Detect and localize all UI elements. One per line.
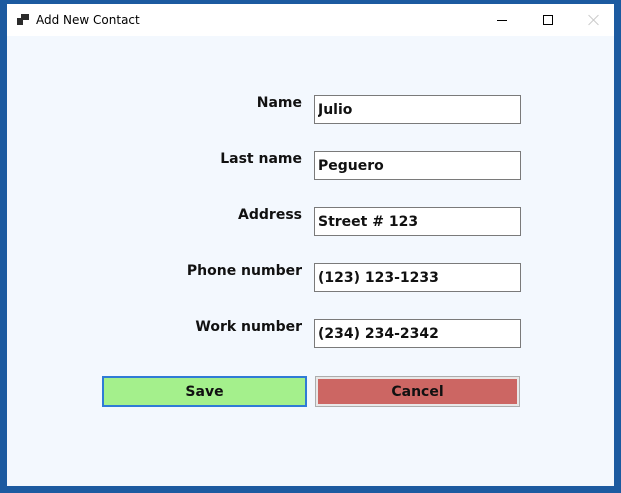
app-window-icon	[17, 14, 29, 25]
maximize-button[interactable]	[525, 4, 571, 36]
last-name-label: Last name	[220, 151, 302, 167]
name-field[interactable]	[314, 95, 521, 124]
save-button-label: Save	[185, 383, 224, 400]
phone-number-label: Phone number	[186, 263, 302, 279]
close-button[interactable]	[571, 4, 617, 36]
window-title: Add New Contact	[36, 13, 140, 27]
minimize-icon	[497, 19, 507, 21]
work-number-field[interactable]	[314, 319, 521, 348]
add-contact-window: Add New Contact Name Last name Address P…	[7, 4, 614, 486]
close-icon	[588, 14, 600, 26]
title-bar[interactable]: Add New Contact	[7, 4, 614, 36]
address-label: Address	[238, 207, 302, 223]
phone-number-field[interactable]	[314, 263, 521, 292]
save-button[interactable]: Save	[102, 376, 307, 407]
cancel-button-label: Cancel	[391, 383, 444, 400]
cancel-button[interactable]: Cancel	[315, 376, 520, 407]
last-name-field[interactable]	[314, 151, 521, 180]
work-number-label: Work number	[195, 319, 302, 335]
maximize-icon	[543, 15, 553, 25]
name-label: Name	[256, 95, 302, 111]
minimize-button[interactable]	[479, 4, 525, 36]
address-field[interactable]	[314, 207, 521, 236]
